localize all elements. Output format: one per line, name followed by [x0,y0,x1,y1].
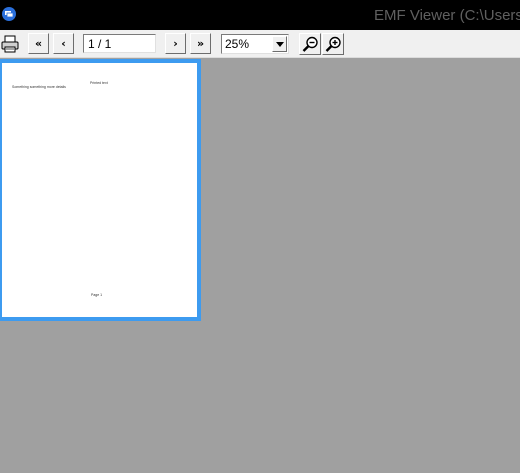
next-page-label: › [173,37,178,50]
first-page-label: « [34,37,43,50]
window-title: EMF Viewer (C:\Users\ [374,7,520,24]
previous-page-button[interactable]: ‹ [53,33,74,54]
document-page-thumbnail[interactable]: Printed text Something something more de… [0,59,201,321]
last-page-label: » [196,37,205,50]
title-bar[interactable]: EMF Viewer (C:\Users\ [0,0,520,30]
zoom-out-icon [302,36,318,52]
first-page-button[interactable]: « [28,33,49,54]
zoom-dropdown-button[interactable] [272,36,287,52]
page-footer-text: Page 1 [91,293,103,297]
next-page-button[interactable]: › [165,33,186,54]
preview-viewport[interactable]: Printed text Something something more de… [0,58,520,473]
zoom-out-button[interactable] [299,33,321,55]
chevron-down-icon [276,42,284,47]
last-page-button[interactable]: » [190,33,211,54]
zoom-in-icon [325,36,341,52]
page-body-text: Something something more details [12,85,66,89]
page-number-field[interactable]: 1 / 1 [83,34,156,53]
previous-page-label: ‹ [61,37,66,50]
zoom-in-button[interactable] [322,33,344,55]
printer-icon [1,35,19,53]
zoom-value: 25% [225,37,250,51]
toolbar: « ‹ 1 / 1 › » 25% [0,30,520,58]
page-header-text: Printed text [90,81,108,85]
app-icon[interactable] [2,7,16,21]
zoom-select[interactable]: 25% [221,34,289,54]
print-button[interactable] [0,34,20,54]
